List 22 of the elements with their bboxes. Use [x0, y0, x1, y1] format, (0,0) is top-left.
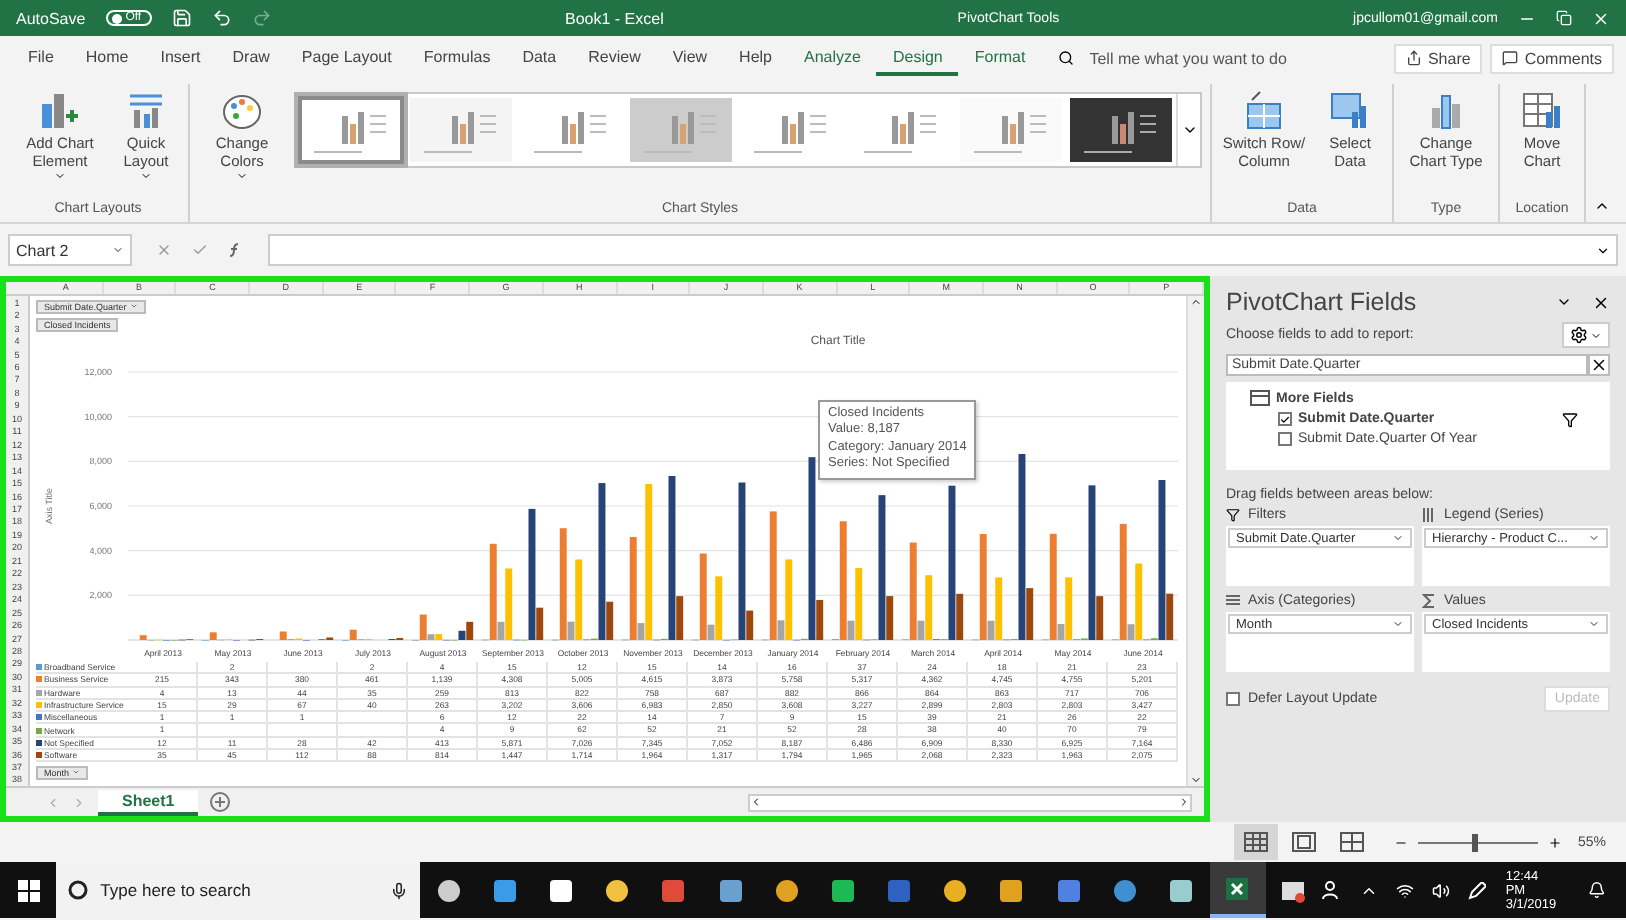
- pane-title: PivotChart Fields: [1226, 288, 1417, 316]
- ribbon-tab[interactable]: Review: [572, 41, 657, 75]
- autosave-label: AutoSave: [16, 9, 86, 27]
- ribbon-tab[interactable]: Format: [958, 41, 1042, 75]
- ribbon-tab[interactable]: File: [12, 41, 70, 75]
- share-button[interactable]: Share: [1393, 43, 1483, 73]
- document-title: Book1 - Excel: [565, 9, 664, 27]
- ribbon-tab[interactable]: Analyze: [788, 41, 877, 75]
- ribbon-tab[interactable]: Help: [723, 41, 788, 75]
- ribbon-tab[interactable]: Insert: [144, 41, 217, 75]
- ribbon-tab[interactable]: Formulas: [407, 41, 507, 75]
- taskbar-search-field[interactable]: Type here to search: [56, 862, 421, 918]
- comments-button[interactable]: Comments: [1490, 43, 1614, 73]
- ribbon-tab[interactable]: Draw: [216, 41, 286, 75]
- sheet-tab[interactable]: Sheet1: [98, 789, 199, 815]
- ribbon-tab[interactable]: Design: [876, 41, 959, 75]
- tell-me-field[interactable]: Tell me what you want to do: [1089, 49, 1287, 67]
- ribbon-tab[interactable]: Home: [69, 41, 145, 75]
- ribbon-tab[interactable]: View: [656, 41, 724, 75]
- ribbon-tab[interactable]: Page Layout: [285, 41, 408, 75]
- name-box[interactable]: Chart 2: [8, 234, 132, 266]
- ribbon-tab[interactable]: Data: [506, 41, 573, 75]
